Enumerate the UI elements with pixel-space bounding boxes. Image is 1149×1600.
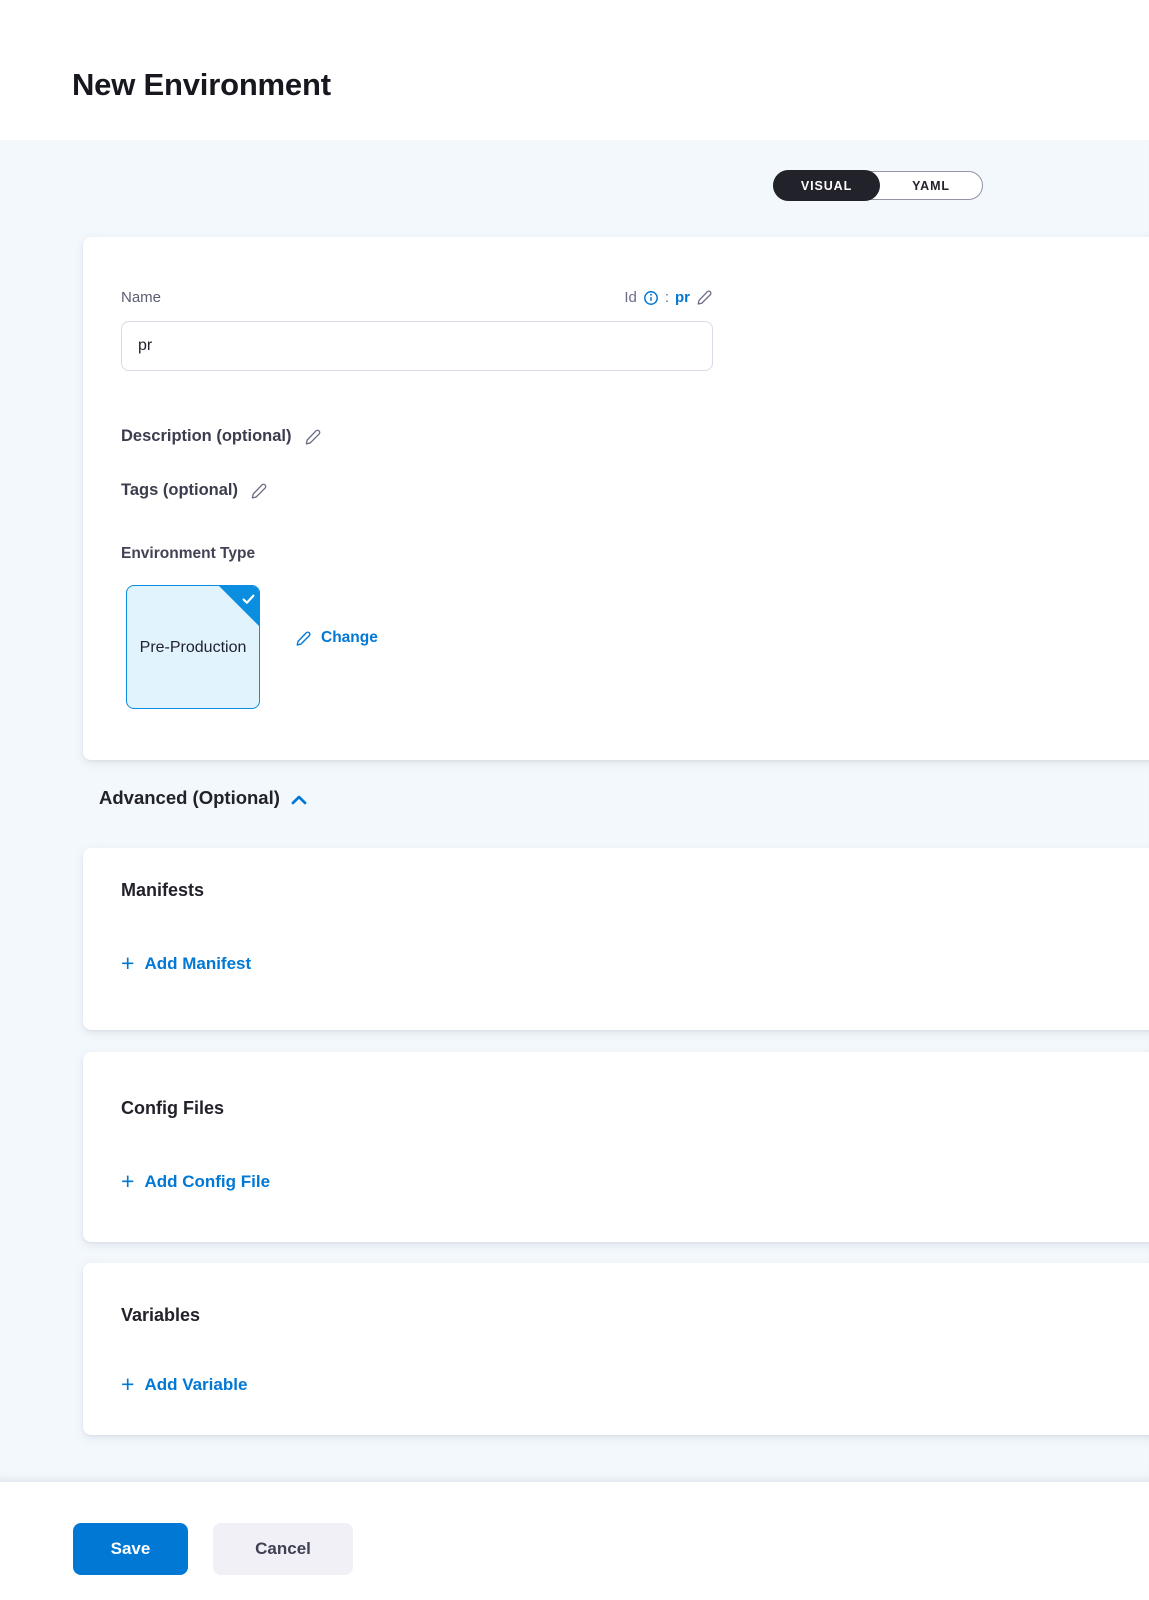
id-row: Id : pr bbox=[624, 289, 713, 306]
id-label: Id bbox=[624, 289, 637, 306]
edit-id-icon[interactable] bbox=[696, 289, 713, 306]
id-value: pr bbox=[675, 289, 690, 306]
environment-type-card-preproduction[interactable]: Pre-Production bbox=[126, 585, 260, 709]
name-id-row: Name Id : pr bbox=[121, 289, 713, 306]
advanced-optional-label: Advanced (Optional) bbox=[99, 787, 280, 809]
plus-icon: + bbox=[121, 1376, 134, 1393]
edit-tags-icon[interactable] bbox=[250, 482, 268, 500]
description-row[interactable]: Description (optional) bbox=[121, 427, 322, 446]
variables-card: Variables + Add Variable bbox=[83, 1263, 1149, 1435]
cancel-button[interactable]: Cancel bbox=[213, 1523, 353, 1575]
change-environment-type-link[interactable]: Change bbox=[295, 629, 378, 647]
environment-type-label: Environment Type bbox=[121, 545, 255, 563]
description-label: Description (optional) bbox=[121, 427, 292, 446]
tags-row[interactable]: Tags (optional) bbox=[121, 481, 268, 500]
edit-description-icon[interactable] bbox=[304, 428, 322, 446]
advanced-optional-toggle[interactable]: Advanced (Optional) bbox=[99, 787, 307, 809]
add-config-file-button[interactable]: + Add Config File bbox=[121, 1172, 270, 1192]
edit-change-icon bbox=[295, 630, 312, 647]
plus-icon: + bbox=[121, 955, 134, 972]
tab-visual[interactable]: VISUAL bbox=[773, 170, 880, 201]
variables-title: Variables bbox=[121, 1305, 200, 1326]
plus-icon: + bbox=[121, 1173, 134, 1190]
environment-details-card: Name Id : pr Description (optional) Tags… bbox=[83, 237, 1149, 760]
manifests-title: Manifests bbox=[121, 880, 204, 901]
config-files-title: Config Files bbox=[121, 1098, 224, 1119]
environment-type-value: Pre-Production bbox=[129, 635, 258, 660]
change-label: Change bbox=[321, 629, 378, 647]
add-manifest-label: Add Manifest bbox=[144, 954, 251, 974]
selected-fold bbox=[219, 586, 259, 626]
manifests-card: Manifests + Add Manifest bbox=[83, 848, 1149, 1030]
add-variable-button[interactable]: + Add Variable bbox=[121, 1375, 247, 1395]
tab-yaml[interactable]: YAML bbox=[880, 172, 982, 199]
add-manifest-button[interactable]: + Add Manifest bbox=[121, 954, 251, 974]
config-files-card: Config Files + Add Config File bbox=[83, 1052, 1149, 1242]
add-variable-label: Add Variable bbox=[144, 1375, 247, 1395]
name-input[interactable] bbox=[121, 321, 713, 371]
name-label: Name bbox=[121, 289, 161, 306]
check-icon bbox=[242, 594, 255, 605]
add-config-file-label: Add Config File bbox=[144, 1172, 270, 1192]
save-button[interactable]: Save bbox=[73, 1523, 188, 1575]
info-icon[interactable] bbox=[643, 290, 659, 306]
chevron-up-icon bbox=[291, 795, 307, 805]
page-title: New Environment bbox=[72, 67, 331, 103]
visual-yaml-toggle: VISUAL YAML bbox=[773, 171, 983, 200]
id-colon: : bbox=[665, 289, 669, 306]
tags-label: Tags (optional) bbox=[121, 481, 238, 500]
